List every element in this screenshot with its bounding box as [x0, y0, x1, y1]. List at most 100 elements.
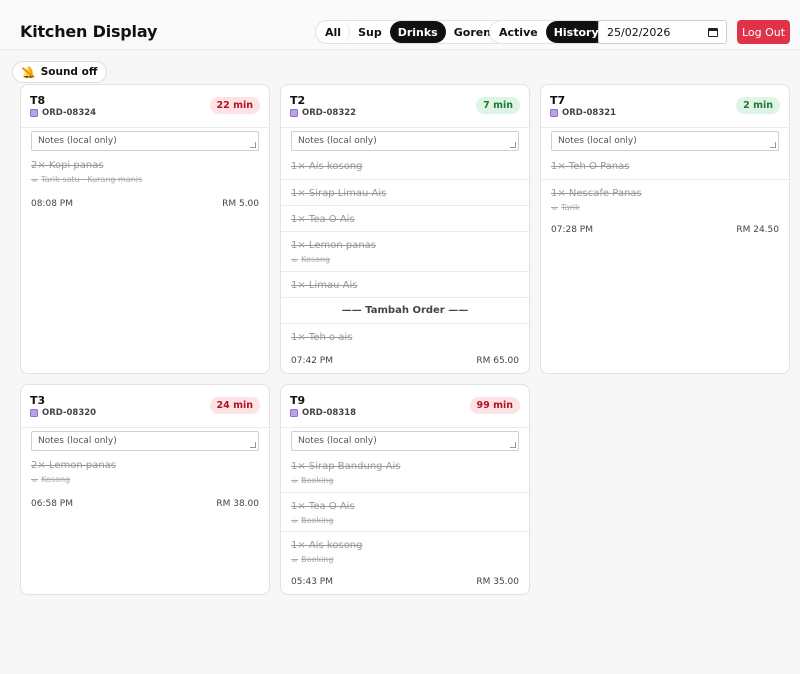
item-name: 1× Sirap Limau Ais	[291, 188, 387, 199]
qr-icon	[290, 409, 298, 417]
item-name: 2× Lemon panas	[31, 460, 116, 471]
item-modifiers: ☕ Tarik satu · Kurang manis	[31, 175, 143, 184]
order-time: 05:43 PM	[291, 577, 333, 587]
order-number: ORD-08322	[290, 108, 356, 118]
qr-icon	[550, 109, 558, 117]
order-item: 1× Tea O Ais ☕ Booking	[281, 493, 529, 532]
item-name: 1× Ais kosong	[291, 540, 363, 551]
modifier-icon: ☕	[551, 203, 559, 212]
view-toggle: Active History	[489, 20, 609, 44]
order-card-header: T9 ORD-08318 99 min	[281, 385, 529, 428]
order-total: RM 35.00	[476, 577, 519, 587]
item-name: 1× Teh o ais	[291, 332, 353, 343]
logout-button[interactable]: Log Out	[737, 20, 790, 44]
modifier-icon: ☕	[291, 516, 299, 525]
notes-input[interactable]: Notes (local only)	[291, 431, 519, 451]
order-item: 1× Ais kosong ☕ Booking	[281, 532, 529, 564]
item-name: 1× Teh O Panas	[551, 161, 630, 172]
item-modifiers: ☕ Tarik	[551, 203, 580, 212]
order-number: ORD-08320	[30, 408, 96, 418]
order-item: 1× Nescafe Panas ☕ Tarik	[541, 180, 789, 212]
order-item: 2× Lemon panas ☕ Kosong	[21, 451, 269, 484]
item-name: 1× Tea O Ais	[291, 501, 355, 512]
table-label: T2	[290, 94, 306, 107]
order-total: RM 24.50	[736, 225, 779, 235]
item-modifiers: ☕ Booking	[291, 555, 334, 564]
modifier-icon: ☕	[31, 175, 39, 184]
order-item: 1× Limau Ais	[281, 272, 529, 298]
notes-input[interactable]: Notes (local only)	[31, 131, 259, 151]
order-card-header: T7 ORD-08321 2 min	[541, 85, 789, 128]
order-card-header: T3 ORD-08320 24 min	[21, 385, 269, 428]
sound-off-icon: 🔔	[22, 65, 36, 79]
order-card-header: T8 ORD-08324 22 min	[21, 85, 269, 128]
item-modifiers: ☕ Booking	[291, 516, 334, 525]
order-item: 1× Sirap Limau Ais	[281, 180, 529, 206]
item-name: 1× Sirap Bandung Ais	[291, 461, 401, 472]
order-total: RM 65.00	[476, 356, 519, 366]
order-card: T9 ORD-08318 99 min Notes (local only) 1…	[280, 384, 530, 595]
item-modifiers: ☕ Kosong	[31, 475, 71, 484]
item-name: 1× Nescafe Panas	[551, 188, 642, 199]
qr-icon	[30, 409, 38, 417]
order-time: 07:28 PM	[551, 225, 593, 235]
item-modifiers: ☕ Booking	[291, 476, 334, 485]
order-item: 1× Teh O Panas	[541, 151, 789, 180]
sound-toggle-button[interactable]: 🔔 Sound off	[12, 61, 108, 83]
order-item: 2× Kopi panas ☕ Tarik satu · Kurang manis	[21, 151, 269, 184]
order-time: 07:42 PM	[291, 356, 333, 366]
notes-input[interactable]: Notes (local only)	[551, 131, 779, 151]
order-number: ORD-08324	[30, 108, 96, 118]
qr-icon	[290, 109, 298, 117]
date-value: 25/02/2026	[607, 25, 671, 39]
elapsed-badge: 24 min	[209, 397, 260, 414]
modifier-icon: ☕	[291, 255, 299, 264]
filter-drinks-button[interactable]: Drinks	[389, 21, 446, 43]
elapsed-badge: 7 min	[476, 97, 520, 114]
order-footer: 07:28 PM RM 24.50	[551, 225, 779, 235]
date-picker[interactable]: 25/02/2026	[598, 20, 727, 44]
order-footer: 08:08 PM RM 5.00	[31, 199, 259, 209]
calendar-icon[interactable]	[708, 27, 718, 37]
order-time: 06:58 PM	[31, 499, 73, 509]
page-title: Kitchen Display	[20, 22, 158, 41]
item-name: 2× Kopi panas	[31, 160, 104, 171]
item-name: 1× Ais kosong	[291, 161, 363, 172]
sound-label: Sound off	[40, 66, 98, 78]
item-name: 1× Lemon panas	[291, 240, 376, 251]
add-order-divider: —— Tambah Order ——	[281, 298, 529, 324]
order-number: ORD-08321	[550, 108, 616, 118]
modifier-icon: ☕	[291, 555, 299, 564]
item-modifiers: ☕ Kosong	[291, 255, 331, 264]
order-item: 1× Tea O Ais	[281, 206, 529, 232]
order-item: 1× Teh o ais	[281, 324, 529, 350]
order-card-header: T2 ORD-08322 7 min	[281, 85, 529, 128]
order-footer: 07:42 PM RM 65.00	[291, 356, 519, 366]
elapsed-badge: 2 min	[736, 97, 780, 114]
filter-sup-button[interactable]: Sup	[350, 21, 390, 43]
qr-icon	[30, 109, 38, 117]
order-item: 1× Ais kosong	[281, 151, 529, 180]
order-card: T8 ORD-08324 22 min Notes (local only) 2…	[20, 84, 270, 374]
modifier-icon: ☕	[291, 476, 299, 485]
category-filter: All Sup Drinks Goreng	[315, 20, 509, 44]
item-name: 1× Tea O Ais	[291, 214, 355, 225]
elapsed-badge: 99 min	[469, 397, 520, 414]
order-time: 08:08 PM	[31, 199, 73, 209]
top-bar: Kitchen Display All Sup Drinks Goreng Ac…	[0, 0, 800, 50]
table-label: T9	[290, 394, 306, 407]
notes-input[interactable]: Notes (local only)	[291, 131, 519, 151]
order-item: 1× Sirap Bandung Ais ☕ Booking	[281, 451, 529, 493]
table-label: T3	[30, 394, 46, 407]
filter-all-button[interactable]: All	[317, 21, 351, 43]
notes-input[interactable]: Notes (local only)	[31, 431, 259, 451]
order-card: T3 ORD-08320 24 min Notes (local only) 2…	[20, 384, 270, 595]
view-active-button[interactable]: Active	[491, 21, 546, 43]
table-label: T7	[550, 94, 566, 107]
order-footer: 05:43 PM RM 35.00	[291, 577, 519, 587]
order-item: 1× Lemon panas ☕ Kosong	[281, 232, 529, 272]
order-number: ORD-08318	[290, 408, 356, 418]
table-label: T8	[30, 94, 46, 107]
order-card: T7 ORD-08321 2 min Notes (local only) 1×…	[540, 84, 790, 374]
order-total: RM 5.00	[222, 199, 259, 209]
